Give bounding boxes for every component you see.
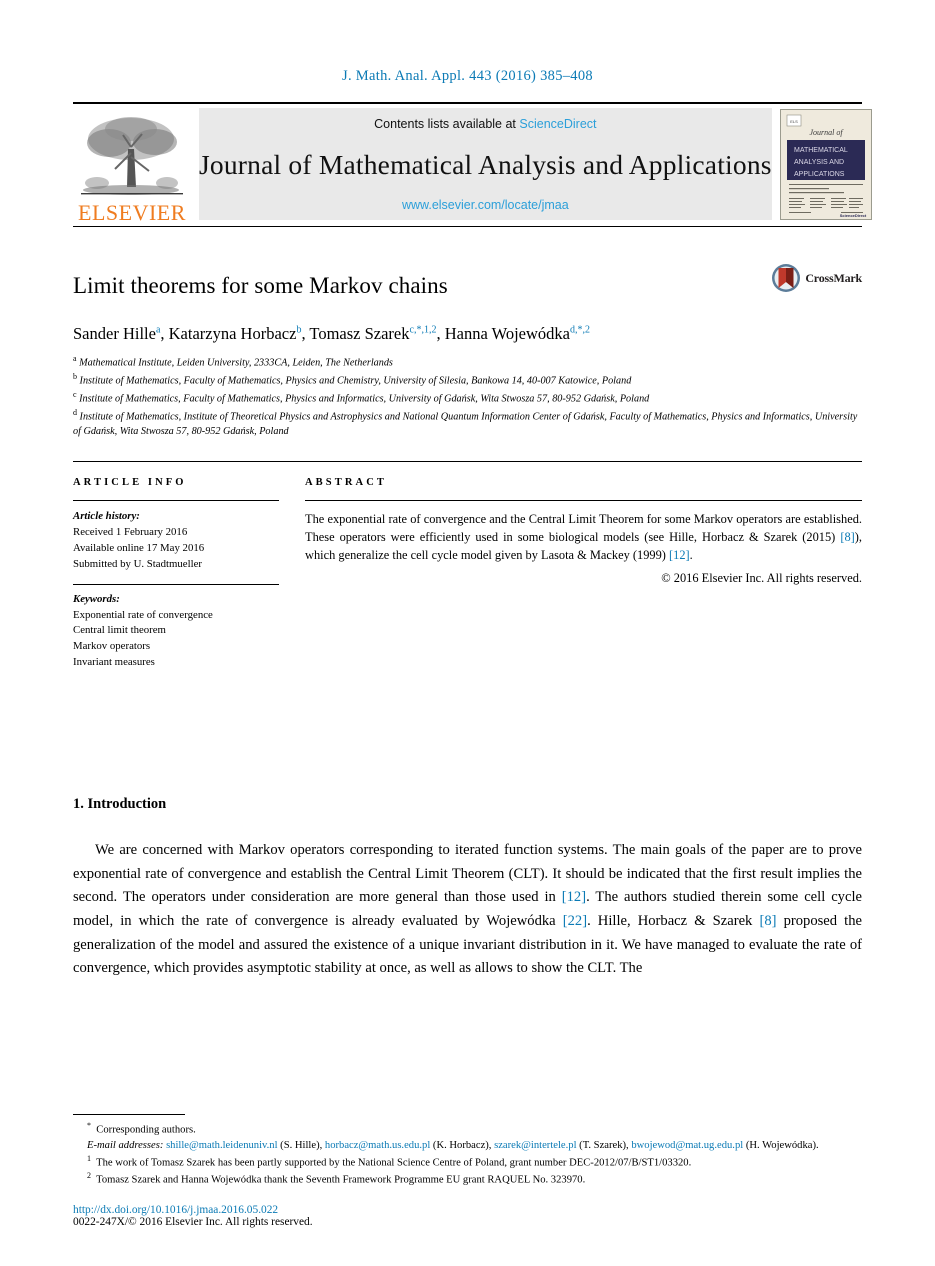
affiliation-d: d Institute of Mathematics, Institute of… [73,407,862,439]
affiliation-c: c Institute of Mathematics, Faculty of M… [73,389,862,407]
footnote-grant-1: 1 The work of Tomasz Szarek has been par… [87,1153,692,1169]
keyword-item: Invariant measures [73,656,155,669]
svg-text:MATHEMATICAL: MATHEMATICAL [794,147,848,154]
keyword-item: Central limit theorem [73,624,166,637]
journal-masthead: ELSEVIER Contents lists available at Sci… [73,102,872,227]
svg-text:APPLICATIONS: APPLICATIONS [794,171,845,178]
journal-banner: Contents lists available at ScienceDirec… [199,108,772,220]
abstract-column: ABSTRACT The exponential rate of converg… [305,477,862,671]
keyword-item: Exponential rate of convergence [73,608,213,621]
contents-prefix-text: Contents lists available at [374,117,516,131]
footnotes-block: * Corresponding authors. E-mail addresse… [73,1114,862,1228]
elsevier-logo: ELSEVIER [73,104,191,226]
keyword-item: Markov operators [73,640,151,653]
svg-text:ELS: ELS [790,119,798,124]
history-received: Received 1 February 2016 [73,526,188,539]
title-block: CrossMark Limit theorems for some Markov… [73,264,862,299]
info-divider [73,461,862,463]
info-abstract-columns: ARTICLE INFO Article history: Received 1… [73,477,862,671]
abstract-text: The exponential rate of convergence and … [305,512,862,563]
footnote-grant-2: 2 Tomasz Szarek and Hanna Wojewódka than… [87,1171,586,1186]
running-head: J. Math. Anal. Appl. 443 (2016) 385–408 [342,68,593,84]
crossmark-badge[interactable]: CrossMark [771,263,862,293]
abstract-label: ABSTRACT [305,477,387,489]
affiliation-marker-c: c [73,389,77,399]
keywords-list: Keywords: Exponential rate of convergenc… [73,592,279,671]
footnote-email-addresses: E-mail addresses: shille@math.leidenuniv… [87,1139,819,1151]
abstract-copyright: © 2016 Elsevier Inc. All rights reserved… [661,570,862,585]
footnote-corresponding-authors: * Corresponding authors. [87,1121,196,1136]
crossmark-label: CrossMark [805,270,862,285]
svg-text:ScienceDirect: ScienceDirect [839,213,866,218]
article-history: Article history: Received 1 February 201… [73,509,279,572]
affiliation-b-text: Institute of Mathematics, Faculty of Mat… [79,375,632,387]
elsevier-wordmark: ELSEVIER [78,200,186,225]
keywords-heading: Keywords: [73,592,120,605]
history-available-online: Available online 17 May 2016 [73,541,205,554]
affiliation-b: b Institute of Mathematics, Faculty of M… [73,371,862,389]
article-info-column: ARTICLE INFO Article history: Received 1… [73,477,305,671]
elsevier-tree-icon [81,117,183,195]
article-info-label: ARTICLE INFO [73,477,187,489]
affiliation-a-text: Mathematical Institute, Leiden Universit… [79,357,393,369]
issn-copyright-line: 0022-247X/© 2016 Elsevier Inc. All right… [73,1216,313,1228]
page-title: Limit theorems for some Markov chains [73,273,448,298]
history-submitted-by: Submitted by U. Stadtmueller [73,557,202,570]
affiliation-c-text: Institute of Mathematics, Faculty of Mat… [79,393,650,405]
contents-lists-line: Contents lists available at ScienceDirec… [374,117,596,131]
keywords-rule [73,583,279,585]
affiliation-marker-b: b [73,372,77,382]
article-history-heading: Article history: [73,510,140,523]
author-list: Sander Hillea, Katarzyna Horbaczb, Tomas… [73,324,590,344]
doi-link[interactable]: http://dx.doi.org/10.1016/j.jmaa.2016.05… [73,1204,862,1216]
introduction-paragraph: We are concerned with Markov operators c… [73,841,862,977]
section-heading-introduction: 1. Introduction [73,795,167,812]
affiliation-list: a Mathematical Institute, Leiden Univers… [73,353,862,439]
journal-cover-thumbnail[interactable]: ELS Journal of MATHEMATICAL ANALYSIS AND… [779,109,872,220]
journal-title: Journal of Mathematical Analysis and App… [199,148,772,180]
affiliation-marker-d: d [73,407,77,417]
crossmark-icon [772,264,801,292]
svg-text:ANALYSIS AND: ANALYSIS AND [794,159,844,166]
article-info-rule [73,500,279,502]
journal-homepage-link[interactable]: www.elsevier.com/locate/jmaa [402,198,569,212]
abstract-rule [305,500,862,502]
cover-artwork: ELS Journal of MATHEMATICAL ANALYSIS AND… [780,110,871,219]
sciencedirect-link[interactable]: ScienceDirect [519,117,596,131]
affiliation-a: a Mathematical Institute, Leiden Univers… [73,353,862,371]
affiliation-d-text: Institute of Mathematics, Institute of T… [73,411,858,437]
svg-text:Journal of: Journal of [809,128,844,137]
article-page: J. Math. Anal. Appl. 443 (2016) 385–408 [0,0,935,1266]
footnote-divider [73,1114,185,1116]
affiliation-marker-a: a [73,354,77,364]
